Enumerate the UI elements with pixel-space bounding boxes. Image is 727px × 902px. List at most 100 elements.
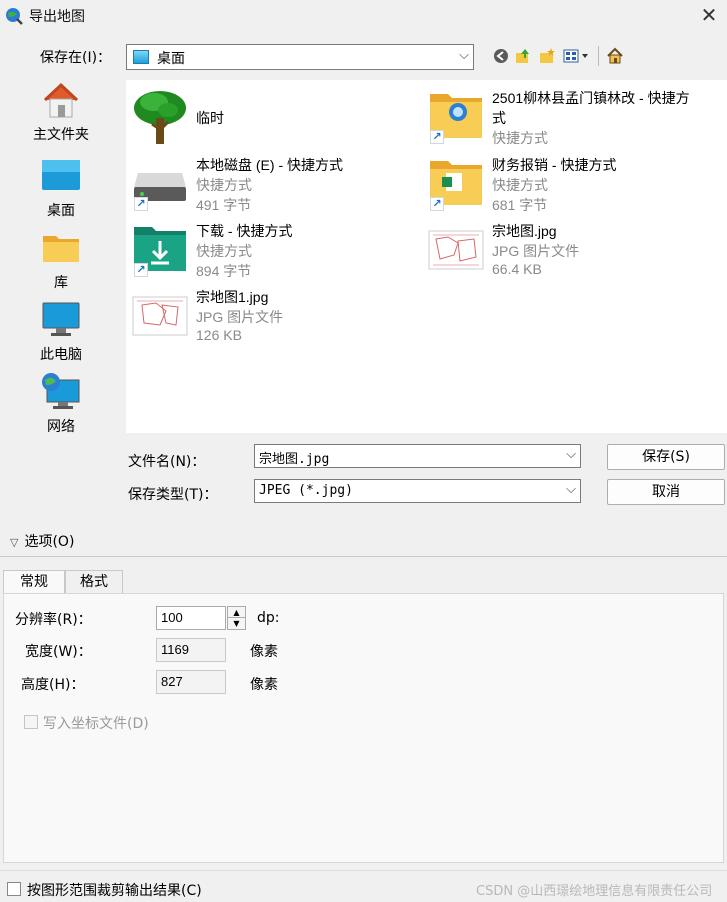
title-bar xyxy=(0,0,727,32)
tree-folder-icon xyxy=(132,88,188,144)
file-size: 681 字节 xyxy=(492,197,548,213)
home-icon xyxy=(607,47,623,64)
save-in-value: 桌面 xyxy=(157,51,185,67)
download-folder-icon: ↗ xyxy=(132,221,188,277)
width-field: 1169 xyxy=(156,638,226,662)
file-item[interactable]: ↗ 本地磁盘 (E) - 快捷方式 快捷方式 491 字节 xyxy=(132,155,412,219)
height-label: 高度(H)： xyxy=(21,677,85,693)
desktop-icon xyxy=(133,50,149,64)
library-folder-icon xyxy=(41,228,81,268)
clip-checkbox[interactable] xyxy=(7,882,21,896)
save-button[interactable]: 保存(S) xyxy=(607,444,725,470)
place-label: 桌面 xyxy=(47,203,75,219)
file-item[interactable]: ↗ 下载 - 快捷方式 快捷方式 894 字节 xyxy=(132,221,412,285)
place-desktop[interactable]: 桌面 xyxy=(2,156,120,220)
footer-separator xyxy=(0,870,727,871)
options-label: 选项(O) xyxy=(24,534,75,550)
chevron-down-icon[interactable]: ⌵ xyxy=(566,447,576,462)
toolbar-separator xyxy=(598,46,599,66)
tab-format[interactable]: 格式 xyxy=(65,570,123,594)
collapse-triangle-icon: ▽ xyxy=(10,536,19,549)
shortcut-arrow-icon: ↗ xyxy=(430,197,444,211)
new-folder-icon xyxy=(540,48,555,63)
height-unit: 像素 xyxy=(250,677,278,693)
world-file-label: 写入坐标文件(D) xyxy=(43,716,149,732)
resolution-label: 分辨率(R)： xyxy=(15,612,92,628)
options-toggle[interactable]: ▽ 选项(O) xyxy=(10,531,74,551)
file-type: 快捷方式 xyxy=(492,177,548,193)
resolution-unit: dp: xyxy=(257,610,280,626)
file-name: 临时 xyxy=(196,110,224,126)
home-button[interactable] xyxy=(604,45,626,67)
up-folder-button[interactable] xyxy=(512,45,534,67)
file-type-label: 保存类型(T)： xyxy=(128,487,218,503)
shortcut-arrow-icon: ↗ xyxy=(134,263,148,277)
folder-excel-icon: ↗ xyxy=(428,155,484,211)
file-name: 财务报销 - 快捷方式 xyxy=(492,157,617,173)
file-item[interactable]: 宗地图.jpg JPG 图片文件 66.4 KB xyxy=(428,221,727,285)
cancel-button[interactable]: 取消 xyxy=(607,479,725,505)
network-icon xyxy=(41,372,81,412)
file-name: 本地磁盘 (E) - 快捷方式 xyxy=(196,157,343,173)
view-menu-button[interactable] xyxy=(562,45,592,67)
world-file-checkbox[interactable] xyxy=(24,715,38,729)
file-list[interactable]: 临时 ↗ 2501柳林县孟门镇林改 - 快捷方 式 快捷方式 ↗ 本地磁盘 (E… xyxy=(126,80,727,433)
file-name: 2501柳林县孟门镇林改 - 快捷方 xyxy=(492,90,690,106)
place-library[interactable]: 库 xyxy=(2,228,120,292)
place-label: 主文件夹 xyxy=(33,127,89,143)
new-folder-button[interactable] xyxy=(536,45,558,67)
file-name: 宗地图1.jpg xyxy=(196,289,269,305)
back-button[interactable] xyxy=(490,45,512,67)
map-image-icon xyxy=(132,287,188,343)
file-name: 宗地图.jpg xyxy=(492,223,557,239)
file-type: 快捷方式 xyxy=(492,130,548,146)
file-item[interactable]: ↗ 2501柳林县孟门镇林改 - 快捷方 式 快捷方式 xyxy=(428,88,727,152)
place-label: 网络 xyxy=(47,419,75,435)
file-name-wrap: 式 xyxy=(492,110,506,126)
file-name-input[interactable]: 宗地图.jpg ⌵ xyxy=(254,444,581,468)
clip-label: 按图形范围裁剪输出结果(C) xyxy=(27,883,202,899)
file-item[interactable]: ↗ 财务报销 - 快捷方式 快捷方式 681 字节 xyxy=(428,155,727,219)
spin-down-icon[interactable]: ▼ xyxy=(228,618,245,629)
file-item[interactable]: 临时 xyxy=(132,88,382,148)
folder-shortcut-icon: ↗ xyxy=(428,88,484,144)
computer-icon xyxy=(41,300,81,340)
file-name-value: 宗地图.jpg xyxy=(259,452,330,467)
shortcut-arrow-icon: ↗ xyxy=(134,197,148,211)
place-label: 库 xyxy=(54,275,68,291)
place-label: 此电脑 xyxy=(40,347,82,363)
place-this-pc[interactable]: 此电脑 xyxy=(2,300,120,364)
file-name: 下载 - 快捷方式 xyxy=(196,223,293,239)
resolution-input[interactable]: 100 xyxy=(156,606,226,630)
file-item[interactable]: 宗地图1.jpg JPG 图片文件 126 KB xyxy=(132,287,412,351)
file-type-value: JPEG (*.jpg) xyxy=(259,483,353,498)
width-label: 宽度(W)： xyxy=(25,644,92,660)
place-home[interactable]: 主文件夹 xyxy=(2,80,120,144)
view-menu-icon xyxy=(563,49,588,63)
save-in-dropdown[interactable]: 桌面 ⌵ xyxy=(126,44,474,70)
file-size: 491 字节 xyxy=(196,197,252,213)
place-network[interactable]: 网络 xyxy=(2,372,120,436)
chevron-down-icon: ⌵ xyxy=(566,482,576,497)
save-in-label: 保存在(I)： xyxy=(40,50,112,66)
width-unit: 像素 xyxy=(250,644,278,660)
desktop-icon xyxy=(41,156,81,196)
up-folder-icon xyxy=(516,49,529,63)
home-icon xyxy=(41,80,81,120)
back-arrow-icon xyxy=(494,49,508,63)
options-separator xyxy=(0,556,727,557)
close-button[interactable]: ✕ xyxy=(695,2,723,30)
file-size: 126 KB xyxy=(196,327,242,343)
window-title: 导出地图 xyxy=(29,9,85,25)
spin-up-icon[interactable]: ▲ xyxy=(228,607,245,618)
file-size: 894 字节 xyxy=(196,263,252,279)
file-size: 66.4 KB xyxy=(492,261,542,277)
resolution-spinner[interactable]: ▲ ▼ xyxy=(227,606,246,630)
tab-general[interactable]: 常规 xyxy=(3,570,65,595)
chevron-down-icon: ⌵ xyxy=(459,48,469,63)
file-type: JPG 图片文件 xyxy=(492,243,580,259)
height-field: 827 xyxy=(156,670,226,694)
file-type: JPG 图片文件 xyxy=(196,309,284,325)
file-type-dropdown[interactable]: JPEG (*.jpg) ⌵ xyxy=(254,479,581,503)
disk-drive-icon: ↗ xyxy=(132,155,188,211)
